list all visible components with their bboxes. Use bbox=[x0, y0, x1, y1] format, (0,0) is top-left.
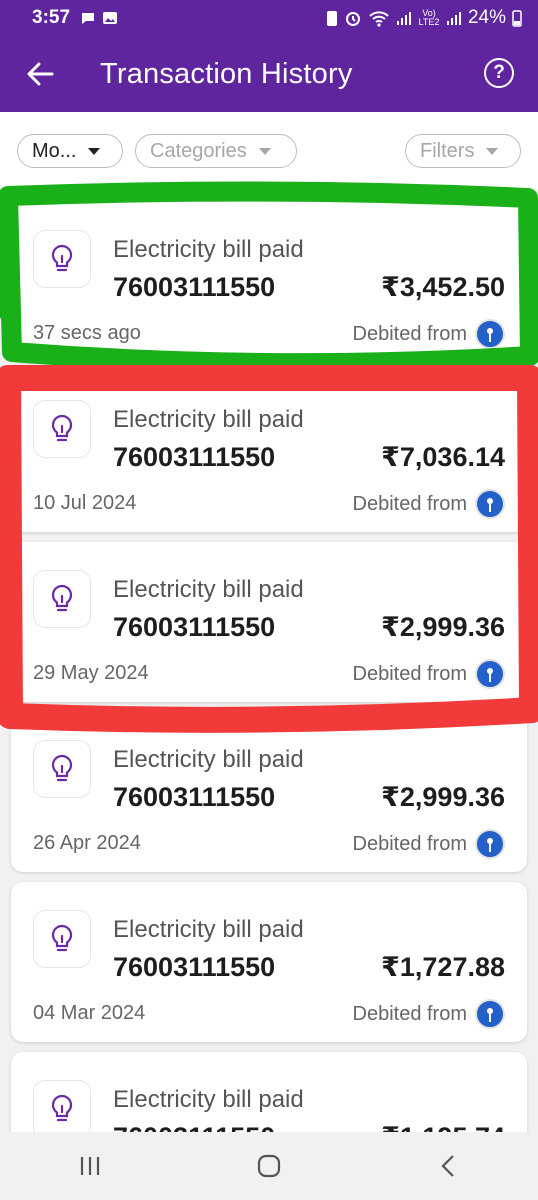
status-time: 3:57 bbox=[32, 7, 71, 28]
transaction-title: Electricity bill paid bbox=[113, 576, 304, 603]
status-bar: 3:57 Vo) LTE2 24% bbox=[0, 0, 538, 36]
transaction-date: 37 secs ago bbox=[33, 322, 141, 344]
recents-button[interactable] bbox=[50, 1132, 130, 1200]
bank-logo-icon bbox=[475, 999, 505, 1029]
system-nav-bar bbox=[0, 1132, 538, 1200]
chevron-left-icon bbox=[441, 1155, 455, 1177]
transaction-card[interactable]: Electricity bill paid 76003111550 ₹1,727… bbox=[11, 882, 527, 1042]
categories-filter-label: Categories bbox=[150, 139, 247, 162]
filters-chip[interactable]: Filters bbox=[405, 134, 521, 168]
debited-from: Debited from bbox=[352, 999, 505, 1029]
transaction-date: 26 Apr 2024 bbox=[33, 832, 141, 854]
transaction-amount: ₹7,036.14 bbox=[381, 442, 505, 472]
filters-label: Filters bbox=[420, 139, 475, 162]
transaction-date: 29 May 2024 bbox=[33, 662, 149, 684]
help-button[interactable]: ? bbox=[484, 58, 514, 88]
transaction-card[interactable]: Electricity bill paid 76003111550 ₹2,999… bbox=[11, 712, 527, 872]
caret-down-icon bbox=[88, 147, 101, 155]
arrow-left-icon bbox=[27, 62, 54, 86]
transaction-title: Electricity bill paid bbox=[113, 746, 304, 773]
lightbulb-icon bbox=[51, 414, 73, 442]
transaction-number: 76003111550 bbox=[113, 442, 276, 472]
debited-from-label: Debited from bbox=[352, 1002, 468, 1025]
recents-icon bbox=[80, 1157, 99, 1175]
lightbulb-icon bbox=[51, 244, 73, 272]
debited-from-label: Debited from bbox=[352, 492, 468, 515]
alarm-icon bbox=[345, 12, 360, 26]
home-icon bbox=[257, 1154, 281, 1178]
debited-from: Debited from bbox=[352, 829, 505, 859]
bank-logo-icon bbox=[475, 489, 505, 519]
lightbulb-icon bbox=[51, 1094, 73, 1122]
bill-icon-tile bbox=[33, 910, 91, 968]
transaction-amount: ₹3,452.50 bbox=[381, 272, 505, 302]
transaction-card[interactable]: Electricity bill paid 76003111550 ₹3,452… bbox=[11, 202, 527, 362]
bank-logo-icon bbox=[475, 319, 505, 349]
transaction-card[interactable]: Electricity bill paid 76003111550 ₹7,036… bbox=[11, 372, 527, 532]
transaction-number: 76003111550 bbox=[113, 952, 276, 982]
back-button[interactable] bbox=[0, 36, 80, 112]
lightbulb-icon bbox=[51, 924, 73, 952]
chat-icon bbox=[82, 13, 95, 24]
debited-from: Debited from bbox=[352, 489, 505, 519]
transaction-number: 76003111550 bbox=[113, 782, 276, 812]
categories-filter-chip[interactable]: Categories bbox=[135, 134, 297, 168]
transaction-amount: ₹2,999.36 bbox=[381, 612, 505, 642]
transaction-list[interactable]: Electricity bill paid 76003111550 ₹3,452… bbox=[0, 190, 538, 1132]
signal-icon-2 bbox=[446, 12, 461, 25]
home-button[interactable] bbox=[229, 1132, 309, 1200]
app-bar: Transaction History ? bbox=[0, 36, 538, 112]
debited-from-label: Debited from bbox=[352, 322, 468, 345]
transaction-card[interactable]: Electricity bill paid 76003111550 ₹1,195… bbox=[11, 1052, 527, 1132]
wifi-icon bbox=[369, 11, 389, 27]
image-icon bbox=[103, 12, 118, 24]
bill-icon-tile bbox=[33, 570, 91, 628]
transaction-amount: ₹1,727.88 bbox=[381, 952, 505, 982]
transaction-date: 10 Jul 2024 bbox=[33, 492, 137, 514]
transaction-title: Electricity bill paid bbox=[113, 1086, 304, 1113]
nav-back-button[interactable] bbox=[408, 1132, 488, 1200]
lightbulb-icon bbox=[51, 754, 73, 782]
debited-from: Debited from bbox=[352, 659, 505, 689]
network-label: Vo) LTE2 bbox=[418, 8, 440, 27]
transaction-number: 76003111550 bbox=[113, 272, 276, 302]
debited-from: Debited from bbox=[352, 319, 505, 349]
month-filter-label: Mo... bbox=[32, 139, 77, 162]
transaction-card[interactable]: Electricity bill paid 76003111550 ₹2,999… bbox=[11, 542, 527, 702]
filter-row: Mo... Categories Filters bbox=[0, 112, 538, 190]
battery-saver-icon bbox=[326, 11, 337, 26]
transaction-amount: ₹2,999.36 bbox=[381, 782, 505, 812]
status-notification-icons bbox=[80, 10, 118, 26]
question-circle-icon: ? bbox=[493, 62, 505, 83]
lightbulb-icon bbox=[51, 584, 73, 612]
page-title: Transaction History bbox=[100, 57, 353, 90]
bill-icon-tile bbox=[33, 1080, 91, 1132]
signal-icon bbox=[396, 12, 411, 25]
battery-icon bbox=[512, 10, 522, 27]
battery-percent: 24% bbox=[467, 7, 506, 28]
transaction-amount: ₹1,195.74 bbox=[381, 1122, 505, 1132]
bill-icon-tile bbox=[33, 400, 91, 458]
debited-from-label: Debited from bbox=[352, 662, 468, 685]
transaction-title: Electricity bill paid bbox=[113, 916, 304, 943]
bank-logo-icon bbox=[475, 659, 505, 689]
bank-logo-icon bbox=[475, 829, 505, 859]
debited-from-label: Debited from bbox=[352, 832, 468, 855]
status-right: Vo) LTE2 24% bbox=[326, 7, 522, 29]
month-filter-chip[interactable]: Mo... bbox=[17, 134, 123, 168]
transaction-number: 76003111550 bbox=[113, 1122, 275, 1132]
bill-icon-tile bbox=[33, 740, 91, 798]
transaction-title: Electricity bill paid bbox=[113, 236, 304, 263]
caret-down-icon bbox=[258, 147, 271, 155]
bill-icon-tile bbox=[33, 230, 91, 288]
transaction-title: Electricity bill paid bbox=[113, 406, 304, 433]
transaction-number: 76003111550 bbox=[113, 612, 276, 642]
transaction-date: 04 Mar 2024 bbox=[33, 1002, 146, 1024]
caret-down-icon bbox=[486, 147, 499, 155]
